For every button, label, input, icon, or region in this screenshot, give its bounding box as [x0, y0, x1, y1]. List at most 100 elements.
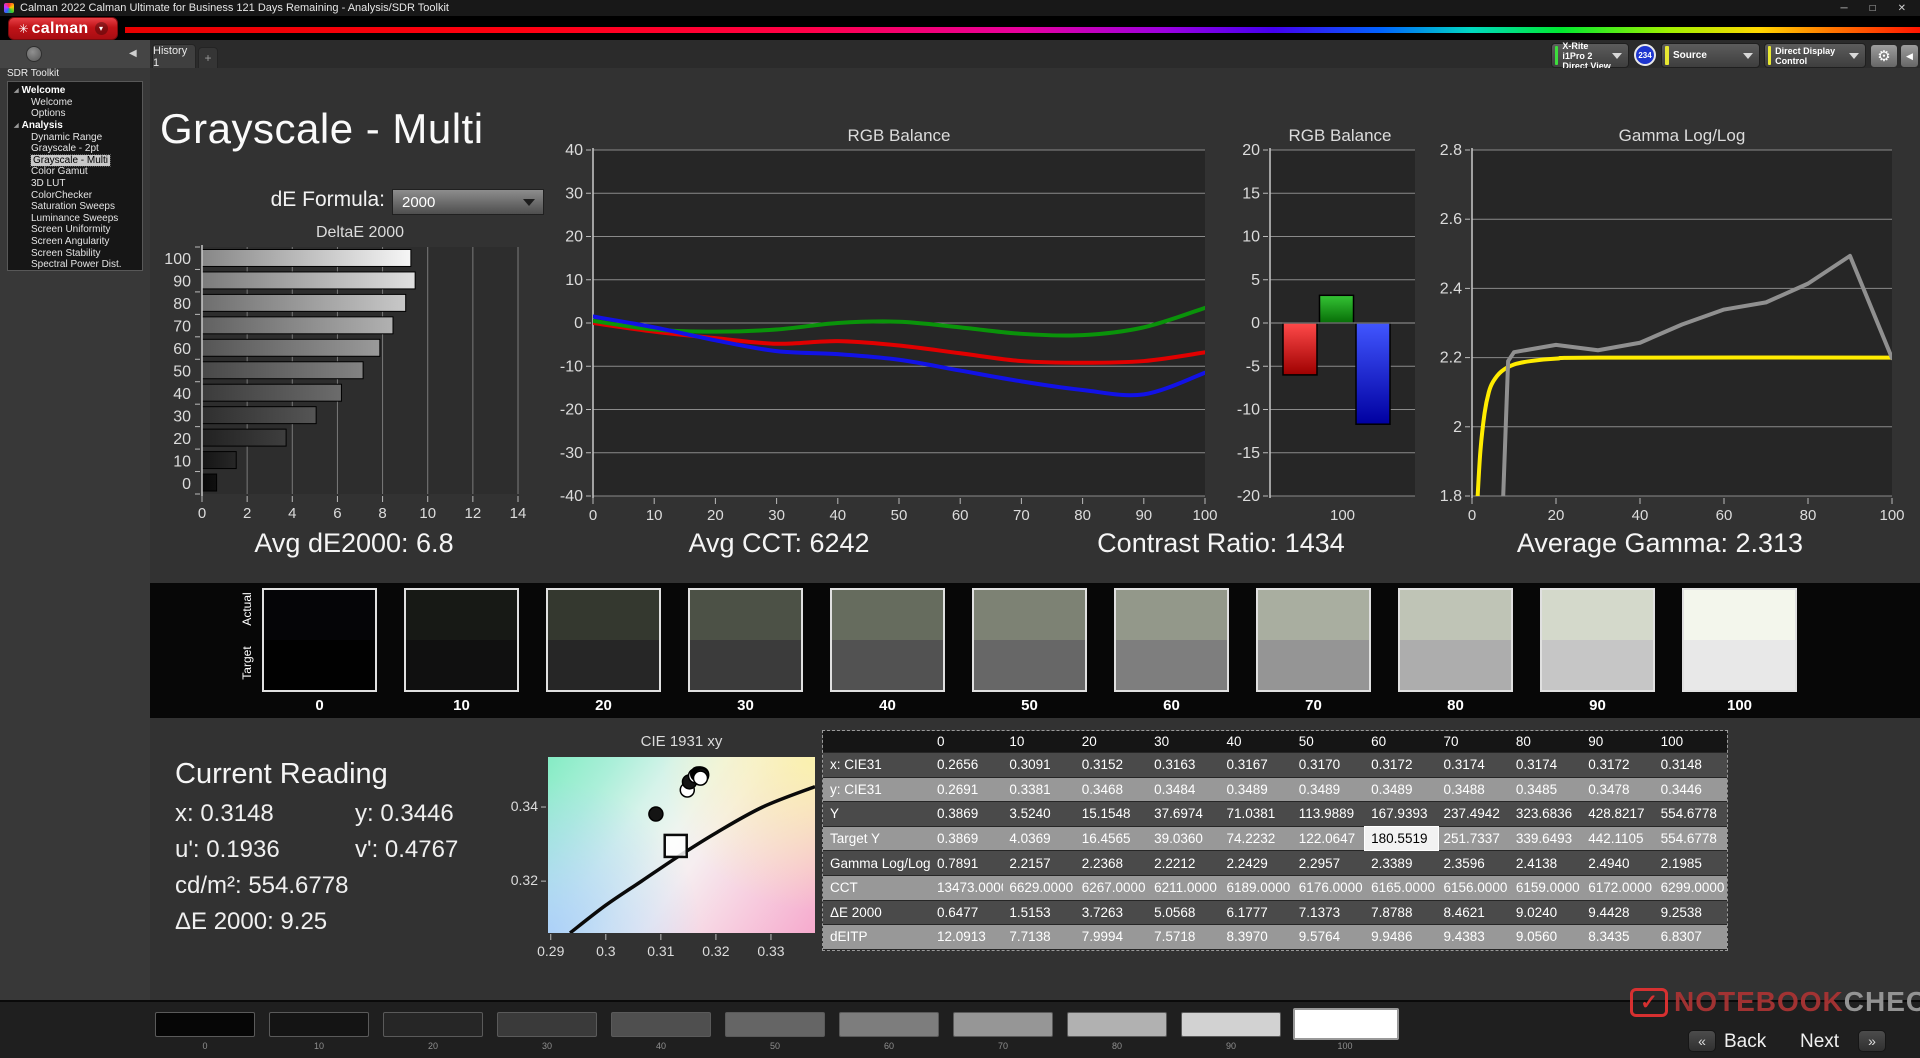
table-cell[interactable]: 0.3489 — [1293, 778, 1365, 802]
table-cell[interactable]: 74.2232 — [1220, 827, 1292, 851]
table-cell[interactable]: 71.0381 — [1220, 802, 1292, 826]
table-cell[interactable]: 0.3446 — [1655, 778, 1727, 802]
table-cell[interactable]: 167.9393 — [1365, 802, 1437, 826]
table-cell[interactable]: 0.3489 — [1365, 778, 1437, 802]
next-button[interactable]: Next — [1800, 1031, 1839, 1053]
table-cell[interactable]: 6629.0000 — [1003, 876, 1075, 900]
pattern-button-20[interactable] — [383, 1012, 483, 1037]
table-cell[interactable]: 339.6493 — [1510, 827, 1582, 851]
display-control-dropdown[interactable]: Direct Display Control — [1764, 43, 1866, 68]
table-cell[interactable]: 8.4621 — [1438, 901, 1510, 925]
close-button[interactable]: ✕ — [1898, 3, 1906, 14]
table-cell[interactable]: 9.9486 — [1365, 925, 1437, 949]
pattern-button-70[interactable] — [953, 1012, 1053, 1037]
table-cell[interactable]: 323.6836 — [1510, 802, 1582, 826]
table-cell[interactable]: 6176.0000 — [1293, 876, 1365, 900]
table-cell[interactable]: 237.4942 — [1438, 802, 1510, 826]
tab-history-1[interactable]: History 1 — [152, 44, 196, 69]
table-cell-selected[interactable]: 180.5519 — [1364, 825, 1439, 852]
tree-item-grayscale-multi[interactable]: Grayscale - Multi — [8, 153, 142, 167]
table-cell[interactable]: 7.9994 — [1076, 925, 1148, 949]
meter-count-badge[interactable]: 234 — [1634, 44, 1656, 66]
table-cell[interactable]: 554.6778 — [1655, 802, 1727, 826]
table-cell[interactable]: 6189.0000 — [1220, 876, 1292, 900]
table-cell[interactable]: 6159.0000 — [1510, 876, 1582, 900]
table-cell[interactable]: 0.3869 — [931, 827, 1003, 851]
table-cell[interactable]: 6165.0000 — [1365, 876, 1437, 900]
table-cell[interactable]: 0.3869 — [931, 802, 1003, 826]
table-cell[interactable]: 2.4940 — [1582, 851, 1654, 875]
table-cell[interactable]: 554.6778 — [1655, 827, 1727, 851]
table-cell[interactable]: 0.3468 — [1076, 778, 1148, 802]
tree-item-screen-stability[interactable]: Screen Stability — [8, 247, 142, 259]
pattern-button-60[interactable] — [839, 1012, 939, 1037]
tree-item-3d-lut[interactable]: 3D LUT — [8, 178, 142, 190]
table-cell[interactable]: 428.8217 — [1582, 802, 1654, 826]
table-cell[interactable]: 9.0240 — [1510, 901, 1582, 925]
pattern-button-0[interactable] — [155, 1012, 255, 1037]
table-cell[interactable]: 0.3174 — [1510, 753, 1582, 777]
table-cell[interactable]: 6211.0000 — [1148, 876, 1220, 900]
add-tab-button[interactable]: + — [198, 47, 218, 68]
table-cell[interactable]: 0.3484 — [1148, 778, 1220, 802]
table-cell[interactable]: 0.2691 — [931, 778, 1003, 802]
tree-item-grayscale-2pt[interactable]: Grayscale - 2pt — [8, 143, 142, 155]
table-cell[interactable]: 5.0568 — [1148, 901, 1220, 925]
table-cell[interactable]: 2.4138 — [1510, 851, 1582, 875]
maximize-button[interactable]: □ — [1870, 3, 1876, 14]
table-cell[interactable]: 9.4428 — [1582, 901, 1654, 925]
table-cell[interactable]: 7.8788 — [1365, 901, 1437, 925]
de-formula-dropdown[interactable]: 2000 — [392, 189, 544, 215]
table-cell[interactable]: 8.3970 — [1220, 925, 1292, 949]
table-cell[interactable]: 0.3478 — [1582, 778, 1654, 802]
table-cell[interactable]: 6156.0000 — [1438, 876, 1510, 900]
table-cell[interactable]: 0.3485 — [1510, 778, 1582, 802]
tree-expander-icon[interactable]: ◢ — [14, 87, 19, 94]
table-cell[interactable]: 1.5153 — [1003, 901, 1075, 925]
tree-item-options[interactable]: Options — [8, 108, 142, 120]
tree-item-spectral-power-dist-[interactable]: Spectral Power Dist. — [8, 259, 142, 270]
table-cell[interactable]: 37.6974 — [1148, 802, 1220, 826]
table-cell[interactable]: 2.1985 — [1655, 851, 1727, 875]
pattern-button-90[interactable] — [1181, 1012, 1281, 1037]
tree-item-screen-uniformity[interactable]: Screen Uniformity — [8, 224, 142, 236]
table-cell[interactable]: 0.3148 — [1655, 753, 1727, 777]
tree-item-luminance-sweeps[interactable]: Luminance Sweeps — [8, 213, 142, 225]
table-cell[interactable]: 0.3167 — [1220, 753, 1292, 777]
table-cell[interactable]: 13473.0000 — [931, 876, 1003, 900]
back-icon[interactable]: « — [1688, 1030, 1716, 1052]
table-cell[interactable]: 9.0560 — [1510, 925, 1582, 949]
tree-item-color-gamut[interactable]: Color Gamut — [8, 166, 142, 178]
record-button[interactable] — [26, 46, 42, 62]
table-cell[interactable]: 0.3488 — [1438, 778, 1510, 802]
table-cell[interactable]: 2.2212 — [1148, 851, 1220, 875]
table-cell[interactable]: 0.2656 — [931, 753, 1003, 777]
table-cell[interactable]: 0.3170 — [1293, 753, 1365, 777]
tree-item-dynamic-range[interactable]: Dynamic Range — [8, 131, 142, 143]
table-cell[interactable]: 2.3389 — [1365, 851, 1437, 875]
table-cell[interactable]: 3.5240 — [1003, 802, 1075, 826]
table-cell[interactable]: 0.3091 — [1003, 753, 1075, 777]
table-cell[interactable]: 7.5718 — [1148, 925, 1220, 949]
table-cell[interactable]: 6299.0000 — [1655, 876, 1727, 900]
tree-group-analysis[interactable]: ◢ Analysis — [8, 120, 142, 132]
pattern-button-80[interactable] — [1067, 1012, 1167, 1037]
tree-expander-icon[interactable]: ◢ — [14, 122, 19, 129]
calman-menu-button[interactable]: ✳ calman ▾ — [8, 17, 118, 40]
pattern-button-10[interactable] — [269, 1012, 369, 1037]
table-cell[interactable]: 9.4383 — [1438, 925, 1510, 949]
back-button[interactable]: Back — [1724, 1031, 1766, 1053]
pattern-button-40[interactable] — [611, 1012, 711, 1037]
table-cell[interactable]: 8.3435 — [1582, 925, 1654, 949]
table-cell[interactable]: 9.5764 — [1293, 925, 1365, 949]
table-cell[interactable]: 3.7263 — [1076, 901, 1148, 925]
table-cell[interactable]: 6267.0000 — [1076, 876, 1148, 900]
table-cell[interactable]: 6.1777 — [1220, 901, 1292, 925]
table-cell[interactable]: 0.3489 — [1220, 778, 1292, 802]
table-cell[interactable]: 113.9889 — [1293, 802, 1365, 826]
table-cell[interactable]: 122.0647 — [1293, 827, 1365, 851]
tree-item-welcome[interactable]: Welcome — [8, 97, 142, 109]
table-cell[interactable]: 6172.0000 — [1582, 876, 1654, 900]
table-cell[interactable]: 0.3381 — [1003, 778, 1075, 802]
table-cell[interactable]: 442.1105 — [1582, 827, 1654, 851]
